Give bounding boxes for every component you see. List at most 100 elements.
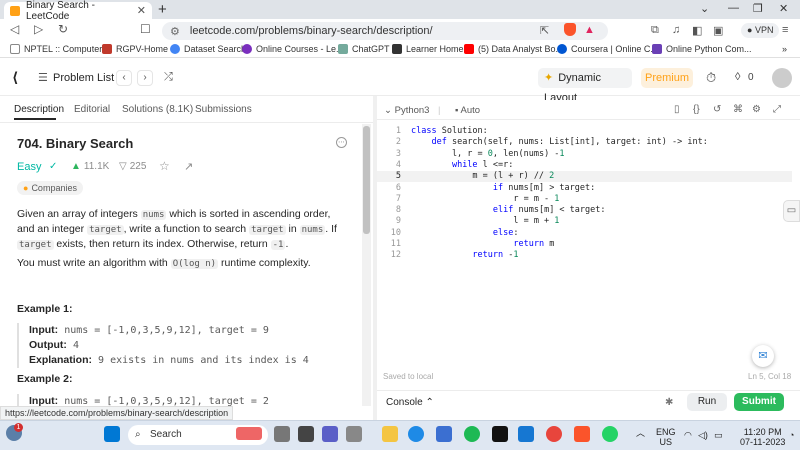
avatar[interactable]: [772, 68, 792, 88]
maximize-icon[interactable]: ❐: [753, 2, 763, 15]
widgets-icon[interactable]: [274, 426, 290, 442]
app-icon[interactable]: [346, 426, 362, 442]
settings-icon[interactable]: ⚙: [752, 104, 761, 115]
close-window-icon[interactable]: ✕: [779, 2, 788, 15]
bookmark-item[interactable]: RGPV-Home: [102, 44, 168, 54]
bookmark-item[interactable]: (5) Data Analyst Bo...: [464, 44, 563, 54]
next-problem-icon[interactable]: ›: [137, 70, 153, 86]
spotify-icon[interactable]: [464, 426, 480, 442]
minimize-icon[interactable]: —: [728, 2, 739, 14]
new-tab-icon[interactable]: +: [158, 1, 167, 18]
brave-icon[interactable]: [574, 426, 590, 442]
problem-list-link[interactable]: Problem List: [53, 72, 114, 84]
code-line[interactable]: 4 while l <=r:: [377, 160, 792, 171]
bookmark-page-icon[interactable]: ☐: [140, 22, 151, 36]
code-line[interactable]: 6 if nums[m] > target:: [377, 183, 792, 194]
language-indicator[interactable]: ENG US: [656, 427, 676, 447]
like-button[interactable]: ▲ 11.1K: [71, 161, 109, 172]
description-scrollbar-thumb[interactable]: [363, 126, 370, 234]
tab-solutions[interactable]: Solutions (8.1K): [122, 104, 193, 115]
submit-button[interactable]: Submit: [734, 393, 784, 411]
problem-list-icon[interactable]: ☰: [38, 71, 48, 84]
store-icon[interactable]: [436, 426, 452, 442]
menu-icon[interactable]: ≡: [782, 24, 788, 36]
code-line[interactable]: 3 l, r = 0, len(nums) -1: [377, 149, 792, 160]
browser-tab[interactable]: Binary Search - LeetCode ✕: [4, 0, 152, 22]
code-line[interactable]: 1 class Solution:: [377, 126, 792, 137]
share-icon[interactable]: ⇱: [540, 24, 549, 37]
timer-icon[interactable]: ⏱: [706, 70, 716, 86]
app-icon-2[interactable]: [492, 426, 508, 442]
chrome-icon[interactable]: [546, 426, 562, 442]
run-button[interactable]: Run: [687, 393, 727, 411]
more-options-icon[interactable]: ⋯: [336, 137, 347, 148]
prev-problem-icon[interactable]: ‹: [116, 70, 132, 86]
brave-shields-icon[interactable]: [564, 23, 576, 36]
code-line[interactable]: 7 r = m - 1: [377, 194, 792, 205]
leetcode-logo-icon[interactable]: ⟨: [12, 69, 18, 86]
volume-icon[interactable]: ◁): [698, 430, 708, 440]
site-info-icon[interactable]: ⚙: [170, 25, 180, 38]
star-icon[interactable]: ☆: [159, 159, 170, 173]
task-view-icon[interactable]: [298, 426, 314, 442]
bookmark-item[interactable]: Online Python Com...: [652, 44, 752, 54]
streak-icon[interactable]: ◊: [735, 71, 740, 83]
vpn-button[interactable]: ● VPN: [741, 23, 780, 38]
notifications-icon[interactable]: ◔: [789, 430, 794, 440]
tray-overflow-icon[interactable]: ︿: [636, 428, 645, 438]
media-icon[interactable]: ♫: [672, 24, 680, 36]
format-code-icon[interactable]: {}: [693, 104, 700, 115]
edge-icon[interactable]: [408, 426, 424, 442]
code-line[interactable]: 9 l = m + 1: [377, 216, 792, 227]
more-bookmarks-icon[interactable]: »: [782, 44, 787, 54]
tab-editorial[interactable]: Editorial: [74, 104, 110, 115]
shortcuts-icon[interactable]: ⌘: [733, 104, 743, 115]
code-line[interactable]: 10 else:: [377, 228, 792, 239]
teams-icon[interactable]: [322, 426, 338, 442]
forward-icon[interactable]: ▷: [34, 22, 43, 36]
console-toggle[interactable]: Console ⌃: [386, 397, 434, 408]
code-line[interactable]: 2 def search(self, nums: List[int], targ…: [377, 137, 792, 148]
file-explorer-icon[interactable]: [382, 426, 398, 442]
language-select[interactable]: ⌄ Python3: [384, 105, 429, 116]
bookmark-item[interactable]: ChatGPT: [338, 44, 390, 54]
clock[interactable]: 11:20 PM 07-11-2023: [740, 427, 785, 447]
bookmark-item[interactable]: NPTEL :: Computer...: [10, 44, 109, 54]
shuffle-icon[interactable]: ⤮: [164, 71, 173, 84]
auto-mode[interactable]: ▪ Auto: [455, 105, 480, 116]
start-icon[interactable]: [104, 426, 120, 442]
share-link-icon[interactable]: ↗: [184, 160, 193, 173]
debug-icon[interactable]: ✱: [665, 397, 673, 408]
wifi-icon[interactable]: ◠: [684, 430, 692, 440]
code-line[interactable]: 8 elif nums[m] < target:: [377, 205, 792, 216]
extensions-icon[interactable]: ⧉: [651, 24, 659, 37]
reset-code-icon[interactable]: ↺: [713, 104, 721, 115]
vscode-icon[interactable]: [518, 426, 534, 442]
wallet-icon[interactable]: ▣: [713, 24, 723, 37]
bookmark-item[interactable]: Online Courses - Le...: [242, 44, 344, 54]
battery-icon[interactable]: ▭: [714, 430, 723, 440]
tab-search-icon[interactable]: ⌄: [700, 2, 709, 15]
code-line[interactable]: 5 m = (l + r) // 2: [377, 171, 792, 183]
tab-description[interactable]: Description: [14, 104, 64, 115]
bookmark-item[interactable]: Learner Home: [392, 44, 464, 54]
chat-icon[interactable]: ✉: [752, 345, 774, 367]
whatsapp-icon[interactable]: [602, 426, 618, 442]
bookmark-icon[interactable]: ▯: [674, 104, 680, 115]
bookmark-item[interactable]: Coursera | Online C...: [557, 44, 658, 54]
reload-icon[interactable]: ↻: [58, 22, 68, 36]
premium-button[interactable]: Premium: [641, 68, 693, 88]
sidebar-icon[interactable]: ◧: [692, 24, 702, 37]
brave-rewards-icon[interactable]: ▲: [584, 24, 595, 36]
code-line[interactable]: 12 return -1: [377, 250, 792, 261]
fullscreen-icon[interactable]: ⤢: [773, 104, 781, 115]
dynamic-layout-button[interactable]: ✦ Dynamic Layout: [538, 68, 632, 104]
back-icon[interactable]: ◁: [10, 22, 19, 36]
dislike-button[interactable]: ▽ 225: [119, 161, 146, 172]
code-line[interactable]: 11 return m: [377, 239, 792, 250]
bookmark-item[interactable]: Dataset Search: [170, 44, 246, 54]
tab-submissions[interactable]: Submissions: [195, 104, 252, 115]
close-tab-icon[interactable]: ✕: [137, 4, 146, 17]
side-panel-icon[interactable]: ▭: [783, 200, 800, 222]
companies-tag[interactable]: ● Companies: [17, 181, 83, 195]
